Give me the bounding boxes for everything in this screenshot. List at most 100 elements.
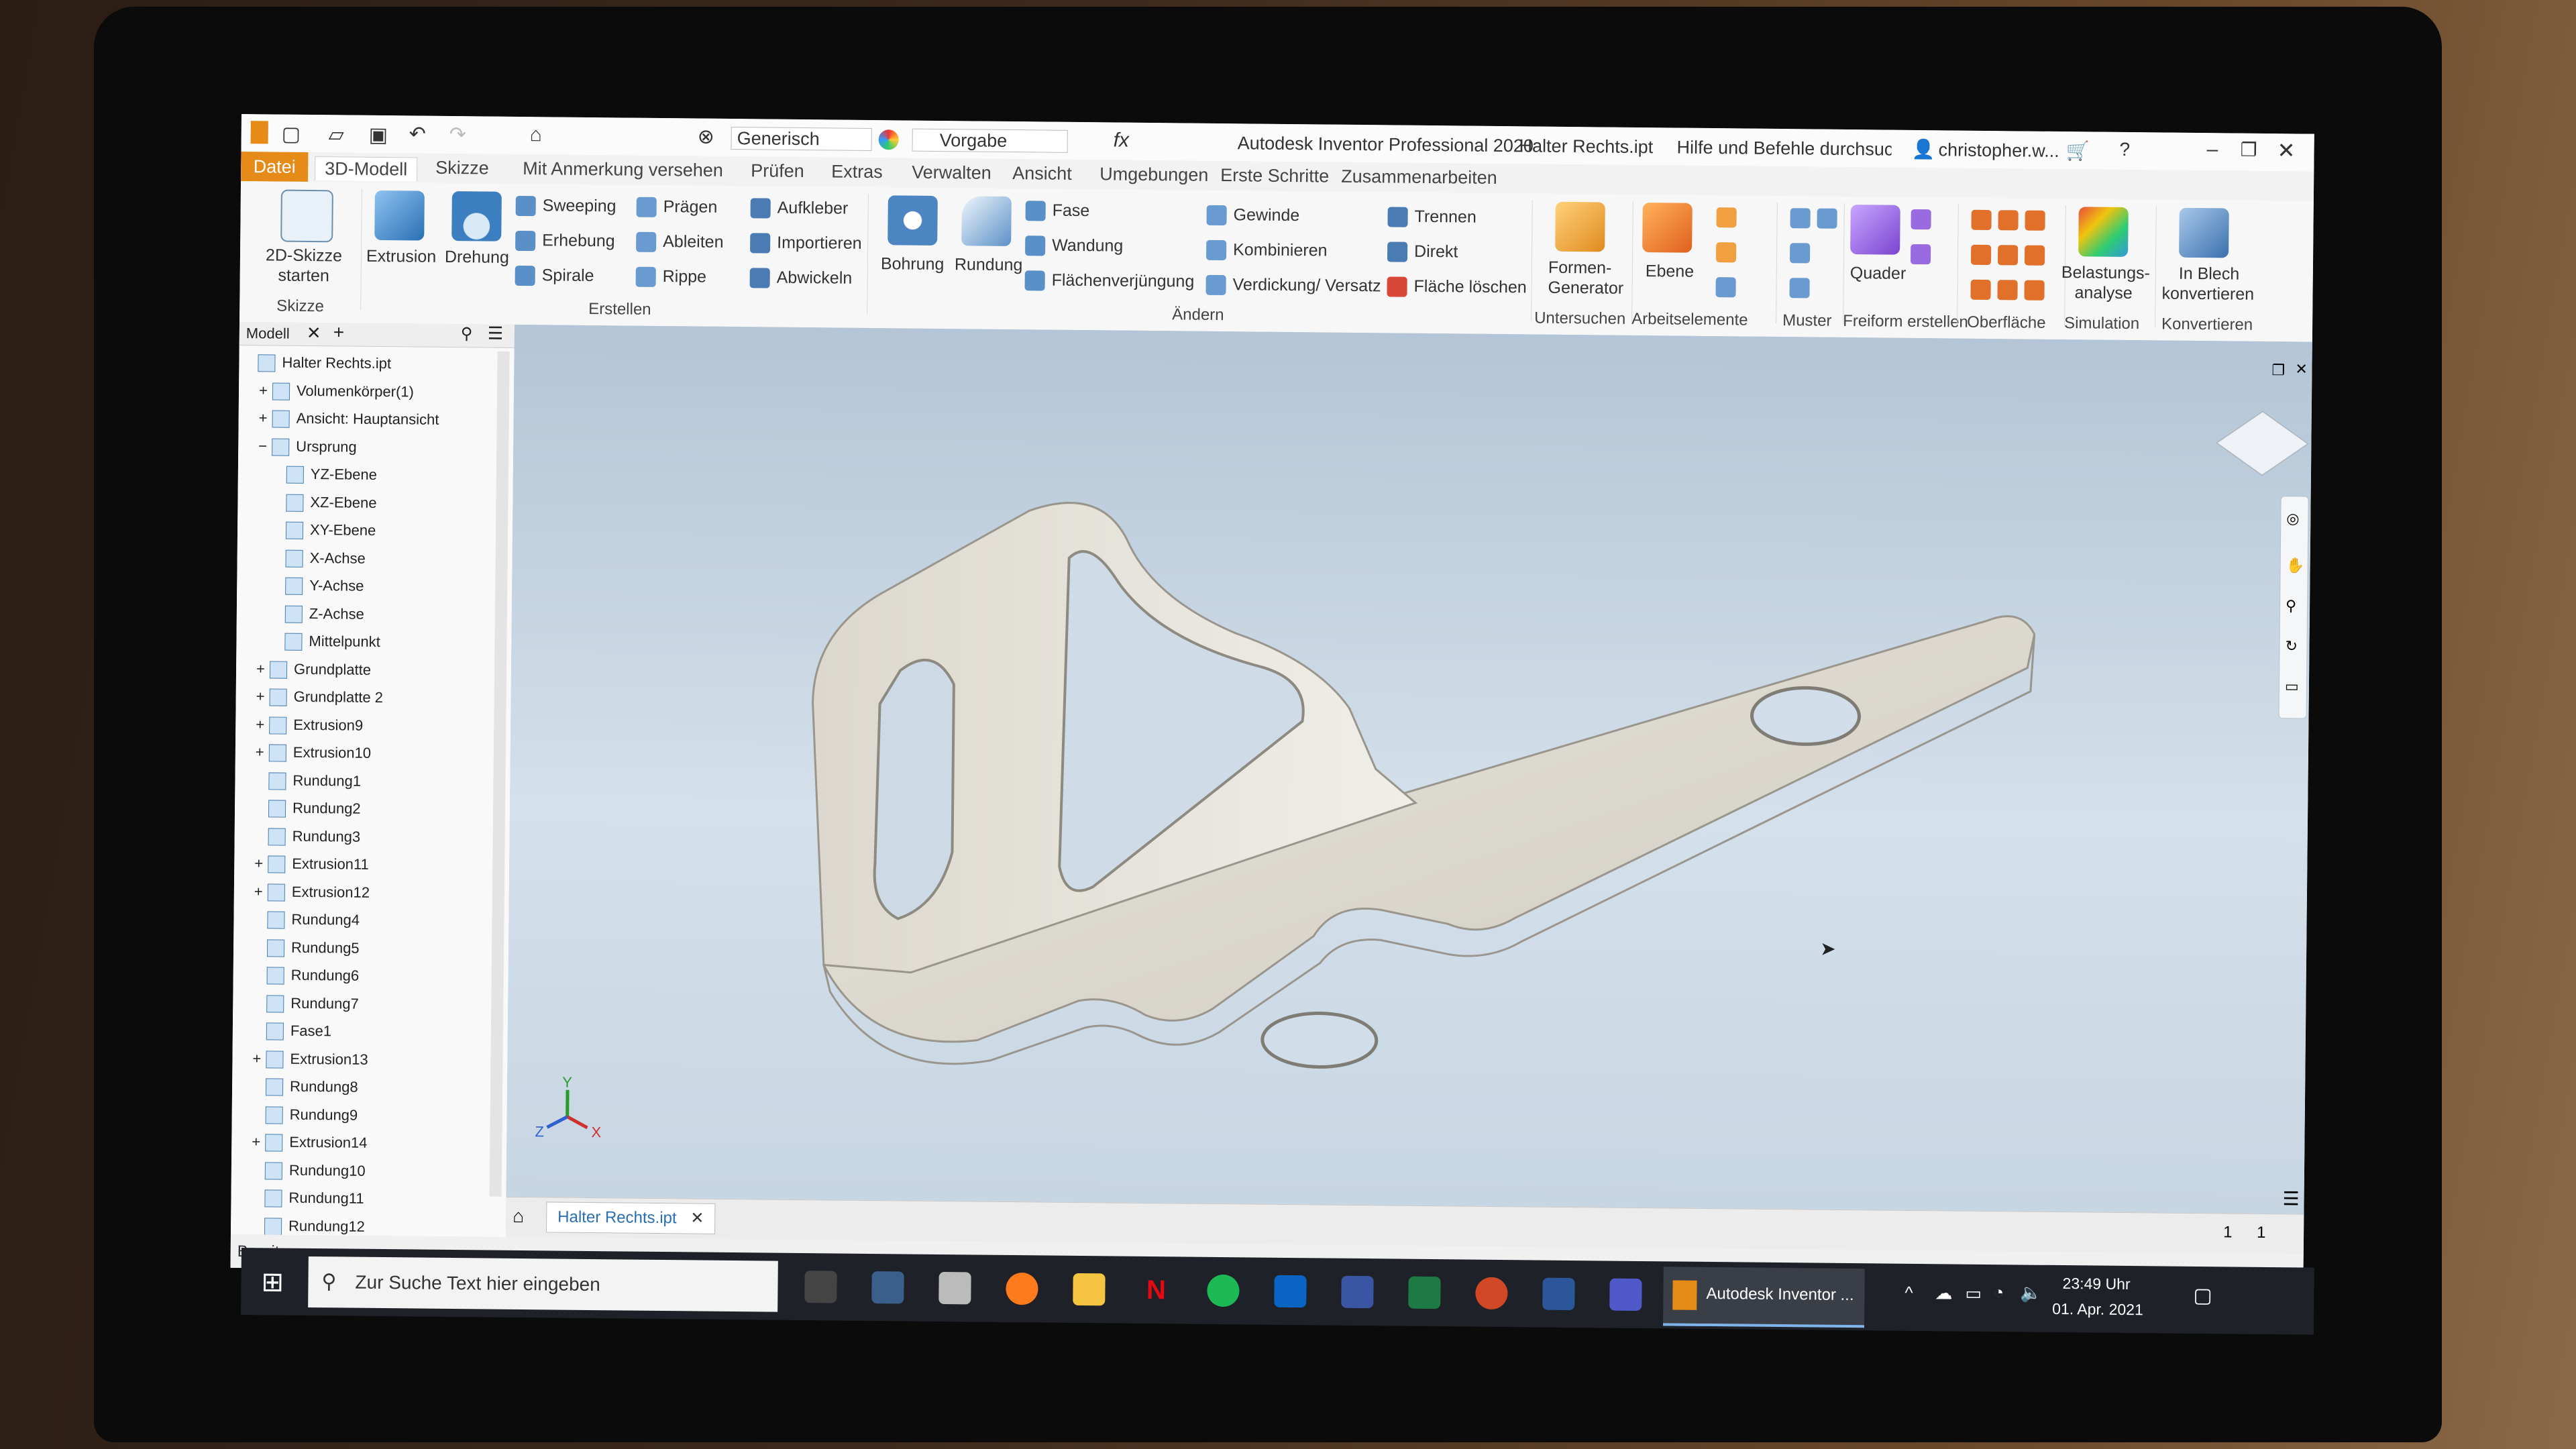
calculator-icon[interactable]: [871, 1271, 904, 1304]
tree-expander-icon[interactable]: +: [252, 1128, 265, 1155]
save-icon[interactable]: ▣: [369, 123, 388, 147]
browser-close-icon[interactable]: ✕: [307, 323, 321, 343]
appearance-dropdown[interactable]: Generisch: [731, 127, 872, 152]
snipping-icon[interactable]: [938, 1271, 971, 1305]
tree-node[interactable]: Rundung6: [253, 961, 359, 989]
circ-pattern-button[interactable]: [1789, 243, 1817, 264]
tree-node[interactable]: Rundung5: [254, 934, 360, 962]
excel-icon[interactable]: [1408, 1276, 1441, 1309]
tree-node[interactable]: XY-Ebene: [272, 516, 376, 543]
tree-node[interactable]: Y-Achse: [272, 572, 364, 599]
tab-annotate[interactable]: Mit Anmerkung versehen: [523, 158, 723, 181]
tab-file[interactable]: Datei: [241, 151, 309, 182]
draft-button[interactable]: Flächenverjüngung: [1024, 270, 1194, 292]
document-tab[interactable]: Halter Rechts.ipt ✕: [546, 1201, 716, 1234]
surface-tools-row-1[interactable]: [1971, 210, 2051, 231]
tree-node[interactable]: + Extrusion12: [254, 878, 370, 906]
steering-wheel-icon[interactable]: ◎: [2286, 510, 2299, 527]
direct-button[interactable]: Direkt: [1387, 241, 1458, 263]
split-button[interactable]: Trennen: [1387, 207, 1477, 228]
netflix-icon[interactable]: N: [1140, 1273, 1173, 1307]
visio-icon[interactable]: [1341, 1275, 1374, 1309]
tab-tools[interactable]: Extras: [831, 161, 883, 182]
combine-button[interactable]: Kombinieren: [1205, 240, 1328, 262]
windows-start-icon[interactable]: ⊞: [261, 1267, 284, 1297]
emboss-button[interactable]: Prägen: [636, 197, 717, 219]
tree-node[interactable]: Rundung4: [254, 906, 360, 934]
taskbar-search-input[interactable]: Zur Suche Text hier eingeben: [355, 1272, 600, 1296]
sketch-pattern-button[interactable]: [1789, 278, 1816, 299]
derive-button[interactable]: Ableiten: [636, 232, 724, 254]
browser-menu-icon[interactable]: ☰: [488, 323, 504, 344]
tab-view[interactable]: Ansicht: [1012, 163, 1072, 184]
spotify-icon[interactable]: [1207, 1274, 1240, 1307]
tree-node[interactable]: + Extrusion13: [252, 1045, 368, 1073]
tree-node[interactable]: + Extrusion10: [256, 739, 372, 767]
taskbar-active-app[interactable]: Autodesk Inventor ...: [1662, 1267, 1865, 1328]
tree-node[interactable]: Rundung3: [254, 822, 360, 851]
powerpoint-icon[interactable]: [1475, 1277, 1508, 1310]
shape-generator-button[interactable]: Formen-: [1548, 258, 1612, 278]
tree-node[interactable]: + Grundplatte: [256, 655, 371, 684]
battery-icon[interactable]: ▭: [1965, 1283, 1982, 1304]
freeform-tool-2[interactable]: [1910, 244, 1937, 265]
close-doc-icon[interactable]: ⊗: [698, 125, 714, 149]
help-icon[interactable]: ?: [2119, 139, 2130, 160]
thread-button[interactable]: Gewinde: [1206, 205, 1299, 227]
tree-node[interactable]: Mittelpunkt: [271, 627, 380, 655]
taskbar-search[interactable]: ⚲ Zur Suche Text hier eingeben: [308, 1256, 778, 1312]
tree-expander-icon[interactable]: +: [254, 850, 268, 877]
home-icon[interactable]: ⌂: [530, 123, 542, 146]
ucs-button[interactable]: [1715, 277, 1742, 298]
user-name[interactable]: christopher.w...: [1938, 140, 2059, 162]
document-tab-close-icon[interactable]: ✕: [690, 1210, 704, 1228]
tree-node[interactable]: Rundung2: [255, 794, 361, 822]
tree-node[interactable]: XZ-Ebene: [272, 488, 377, 516]
tree-node[interactable]: Halter Rechts.ipt: [244, 349, 391, 377]
extrusion-button[interactable]: Extrusion: [366, 247, 436, 267]
teams-icon[interactable]: [1609, 1278, 1642, 1311]
tab-3d-model[interactable]: 3D-Modell: [315, 156, 418, 182]
shell-button[interactable]: Wandung: [1025, 235, 1123, 257]
delete-face-button[interactable]: Fläche löschen: [1387, 276, 1527, 298]
tab-environments[interactable]: Umgebungen: [1099, 164, 1208, 186]
tree-node[interactable]: X-Achse: [272, 544, 366, 572]
tree-expander-icon[interactable]: +: [256, 655, 270, 682]
tab-collaborate[interactable]: Zusammenarbeiten: [1341, 166, 1497, 189]
tree-node[interactable]: Rundung11: [251, 1184, 364, 1212]
plane-button[interactable]: Ebene: [1646, 262, 1695, 282]
material-dropdown[interactable]: Vorgabe: [912, 128, 1068, 153]
work-point-button[interactable]: [1715, 242, 1743, 263]
tree-node[interactable]: Rundung7: [253, 989, 359, 1018]
start-sketch-button[interactable]: 2D-Skizze: [254, 246, 354, 266]
volume-icon[interactable]: 🔈: [2020, 1282, 2042, 1303]
tab-inspect[interactable]: Prüfen: [751, 160, 804, 182]
box-freeform-button[interactable]: Quader: [1850, 264, 1907, 284]
convert-sheet-metal-button[interactable]: In Blech: [2179, 264, 2240, 284]
coil-button[interactable]: Spirale: [515, 266, 594, 287]
freeform-tool-1[interactable]: [1911, 209, 1937, 230]
word-icon[interactable]: [1542, 1277, 1575, 1311]
tree-node[interactable]: + Grundplatte 2: [256, 683, 383, 711]
loft-button[interactable]: Erhebung: [515, 231, 615, 252]
orbit-icon[interactable]: ↻: [2285, 637, 2298, 655]
home-tab-icon[interactable]: ⌂: [513, 1205, 524, 1227]
redo-icon[interactable]: ↷: [449, 123, 466, 146]
revolve-button[interactable]: Drehung: [445, 248, 509, 268]
close-button[interactable]: ✕: [2277, 138, 2295, 163]
tree-expander-icon[interactable]: −: [258, 433, 272, 460]
cart-icon[interactable]: 🛒: [2065, 140, 2089, 162]
tree-node[interactable]: + Volumenkörper(1): [259, 377, 414, 405]
firefox-icon[interactable]: [1006, 1272, 1038, 1305]
tree-expander-icon[interactable]: +: [252, 1045, 266, 1072]
clock-date[interactable]: 01. Apr. 2021: [2052, 1300, 2143, 1319]
viewport-close-icon[interactable]: ✕: [2295, 360, 2308, 378]
tab-get-started[interactable]: Erste Schritte: [1220, 165, 1329, 187]
browser-tab-model[interactable]: Modell: [246, 325, 290, 343]
settings-icon[interactable]: [804, 1271, 837, 1303]
clock-time[interactable]: 23:49 Uhr: [2062, 1275, 2130, 1293]
chamfer-button[interactable]: Fase: [1025, 201, 1089, 221]
new-icon[interactable]: ▢: [282, 123, 301, 146]
viewport-restore-icon[interactable]: ❐: [2271, 362, 2285, 379]
tray-chevron-icon[interactable]: ^: [1904, 1283, 1913, 1303]
